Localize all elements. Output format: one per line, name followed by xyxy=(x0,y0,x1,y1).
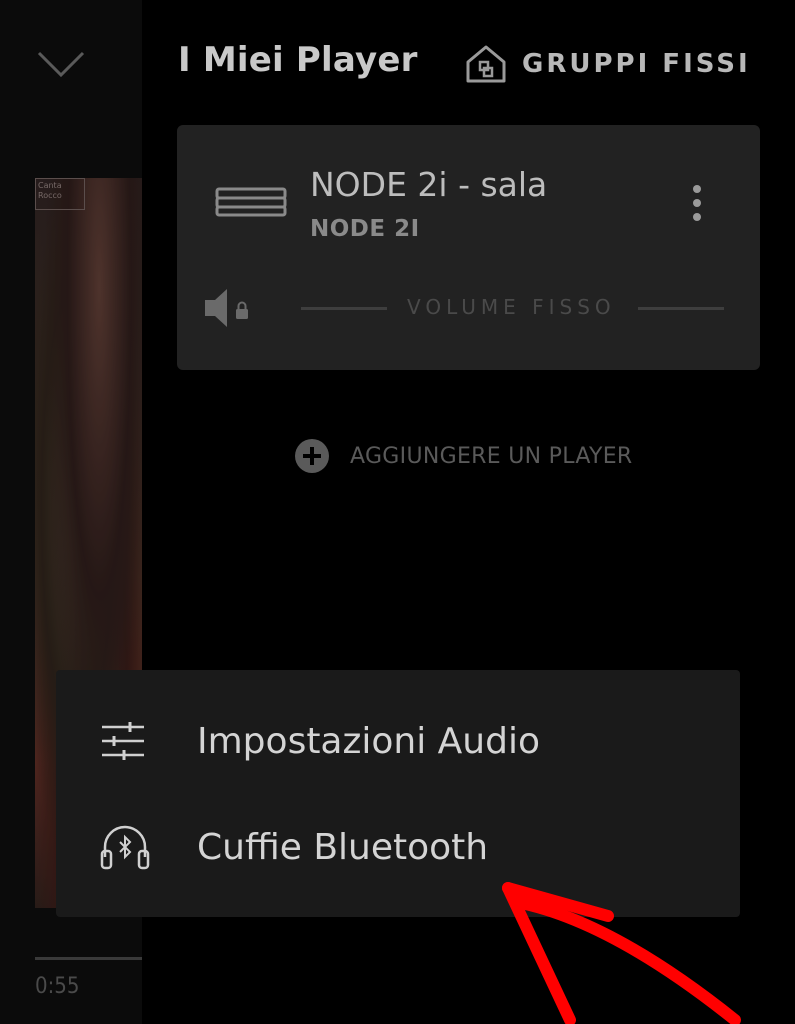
album-badge: Canta Rocco xyxy=(35,178,85,210)
elapsed-time: 0:55 xyxy=(35,974,80,999)
volume-divider-left xyxy=(301,307,387,310)
fixed-groups-label: GRUPPI FISSI xyxy=(522,49,751,79)
kebab-dot xyxy=(693,213,701,221)
node-device-icon xyxy=(215,187,287,217)
collapse-button[interactable] xyxy=(30,42,92,86)
player-options-button[interactable] xyxy=(685,181,709,225)
menu-item-label: Impostazioni Audio xyxy=(197,720,541,762)
menu-item-bluetooth-headphones[interactable]: Cuffie Bluetooth xyxy=(56,802,740,892)
page-title: I Miei Player xyxy=(178,40,418,80)
fixed-groups-button[interactable]: GRUPPI FISSI xyxy=(464,42,751,86)
plus-circle-icon xyxy=(295,439,329,473)
kebab-dot xyxy=(693,185,701,193)
menu-item-label: Cuffie Bluetooth xyxy=(197,826,489,868)
bluetooth-headphones-icon xyxy=(100,825,150,870)
player-model: NODE 2I xyxy=(310,216,420,242)
fixed-volume-label: VOLUME FISSO xyxy=(407,295,616,319)
home-group-icon xyxy=(466,45,506,83)
add-player-label: AGGIUNGERE UN PLAYER xyxy=(350,443,633,469)
player-name: NODE 2i - sala xyxy=(310,165,548,204)
progress-bar[interactable] xyxy=(35,957,142,960)
add-player-button[interactable]: AGGIUNGERE UN PLAYER xyxy=(294,438,632,474)
kebab-dot xyxy=(693,199,701,207)
chevron-down-icon xyxy=(37,51,85,78)
red-arrow-annotation xyxy=(502,882,741,1024)
player-card[interactable]: NODE 2i - sala NODE 2I VOLUME FISSO xyxy=(177,125,760,370)
speaker-locked-icon xyxy=(205,289,248,327)
volume-divider-right xyxy=(638,307,724,310)
menu-item-audio-settings[interactable]: Impostazioni Audio xyxy=(56,696,740,786)
sliders-icon xyxy=(102,722,144,760)
